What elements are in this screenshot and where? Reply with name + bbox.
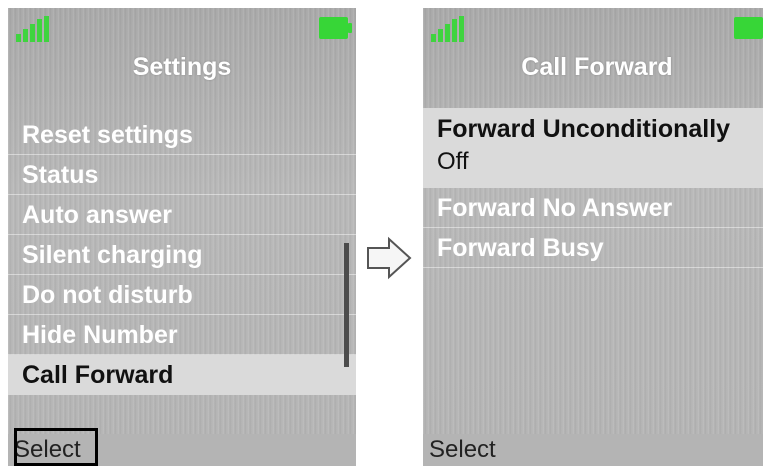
settings-menu: Reset settings Status Auto answer Silent… [8, 115, 356, 395]
right-arrow-icon [367, 236, 412, 280]
select-softkey[interactable]: Select [429, 436, 496, 464]
signal-strength-icon [431, 16, 465, 42]
battery-icon [734, 17, 763, 39]
signal-strength-icon [16, 16, 50, 42]
menu-item-forward-no-answer[interactable]: Forward No Answer [423, 188, 763, 228]
select-softkey-highlight [14, 428, 98, 466]
menu-item-silent-charging[interactable]: Silent charging [8, 235, 356, 275]
menu-item-label: Forward Unconditionally [437, 115, 731, 143]
battery-icon [319, 17, 352, 39]
menu-item-status[interactable]: Status [8, 155, 356, 195]
screen-title: Settings [132, 53, 232, 81]
menu-item-reset-settings[interactable]: Reset settings [8, 115, 356, 155]
menu-item-forward-busy[interactable]: Forward Busy [423, 228, 763, 268]
menu-item-call-forward[interactable]: Call Forward [8, 355, 356, 395]
call-forward-screen: Call Forward Forward Unconditionally Off… [423, 8, 763, 466]
scrollbar[interactable] [344, 243, 349, 367]
screen-title: Call Forward [521, 53, 673, 81]
menu-item-value: Off [437, 148, 469, 175]
menu-item-do-not-disturb[interactable]: Do not disturb [8, 275, 356, 315]
menu-item-hide-number[interactable]: Hide Number [8, 315, 356, 355]
softkey-bar: Select [423, 434, 763, 466]
menu-item-auto-answer[interactable]: Auto answer [8, 195, 356, 235]
call-forward-menu: Forward Unconditionally Off Forward No A… [423, 108, 763, 268]
menu-item-forward-unconditionally[interactable]: Forward Unconditionally Off [423, 108, 763, 188]
settings-screen: Settings Reset settings Status Auto answ… [8, 8, 356, 466]
